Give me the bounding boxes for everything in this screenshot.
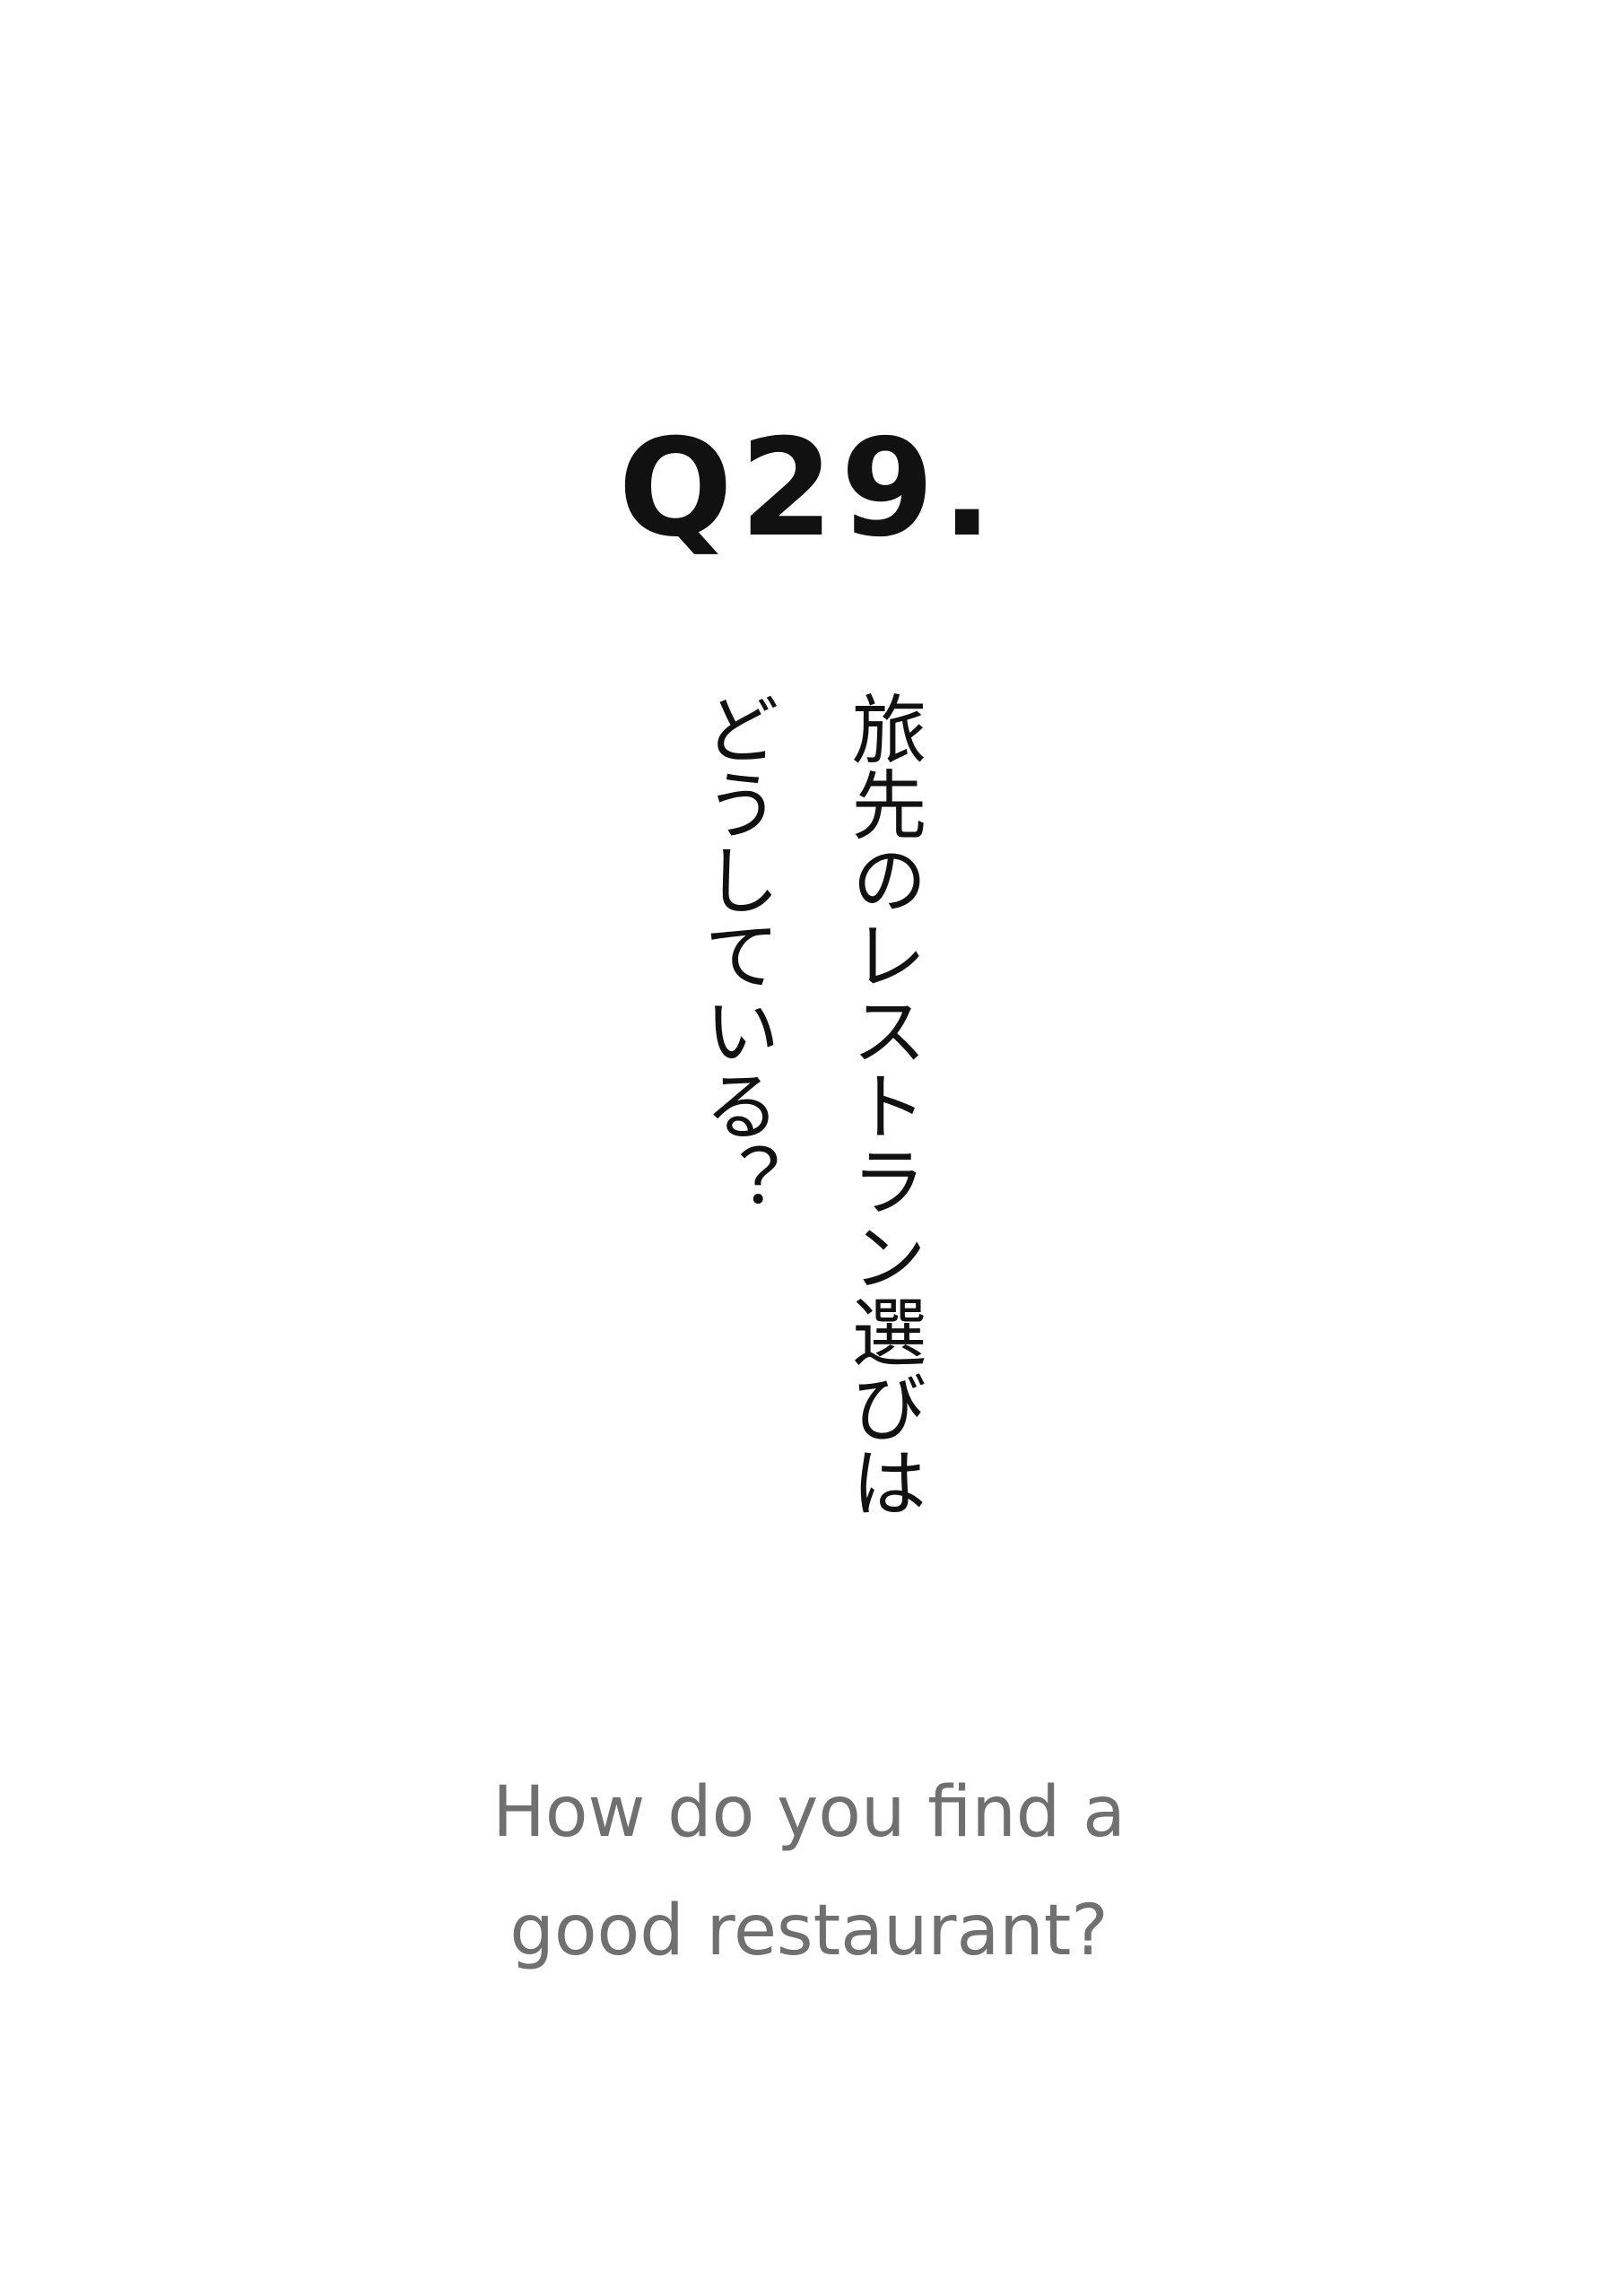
- english-question-line-2: good restaurant?: [509, 1891, 1109, 1971]
- japanese-question-line-1: 旅先のレストラン選びは: [839, 691, 927, 1519]
- question-number: Q29.: [618, 411, 1000, 567]
- japanese-question-line-2: どうしている？: [692, 691, 780, 1218]
- english-question: How do you find a good restaurant?: [0, 1753, 1618, 1990]
- english-question-line-1: How do you find a: [492, 1772, 1126, 1853]
- question-page: Q29. 旅先のレストラン選びは どうしている？ How do you find…: [0, 0, 1618, 2296]
